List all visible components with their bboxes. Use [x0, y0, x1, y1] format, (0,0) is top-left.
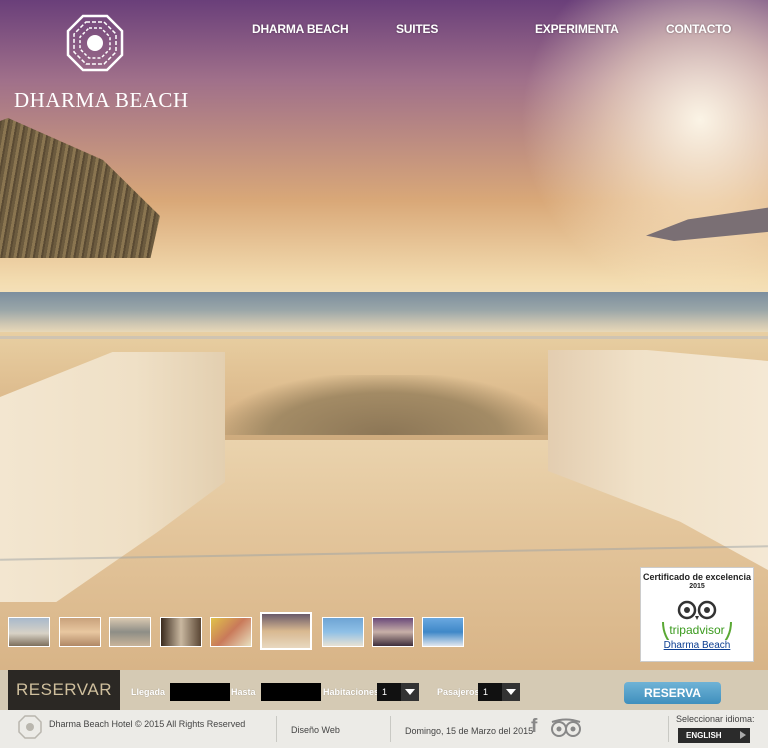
rooms-value: 1	[382, 687, 388, 697]
current-date: Domingo, 15 de Marzo del 2015	[405, 726, 534, 736]
gallery-thumbnail[interactable]	[8, 617, 50, 647]
until-label: Hasta	[231, 687, 256, 697]
nav-suites[interactable]: SUITES	[396, 22, 438, 36]
language-value: ENGLISH	[686, 731, 722, 740]
nav-contacto[interactable]: CONTACTO	[666, 22, 731, 36]
rooms-select[interactable]: 1	[377, 683, 419, 701]
chevron-down-icon	[502, 683, 520, 701]
guests-select[interactable]: 1	[478, 683, 520, 701]
gallery-thumbnail[interactable]	[160, 617, 202, 647]
gallery-thumbnail[interactable]	[59, 617, 101, 647]
gallery-thumbnail[interactable]	[422, 617, 464, 647]
divider	[390, 716, 391, 742]
nav-dharma-beach[interactable]: DHARMA BEACH	[252, 22, 349, 36]
gallery-thumbnail[interactable]	[210, 617, 252, 647]
tripadvisor-title: Certificado de excelencia	[642, 572, 752, 582]
arrival-date-input[interactable]	[170, 683, 230, 701]
nav-experimenta[interactable]: EXPERIMENTA	[535, 22, 619, 36]
copyright-text: Dharma Beach Hotel © 2015 All Rights Res…	[49, 719, 246, 729]
tripadvisor-wordmark: tripadvisor	[669, 623, 724, 637]
gallery-thumbnail[interactable]	[109, 617, 151, 647]
reserva-button[interactable]: RESERVA	[624, 682, 721, 704]
sea	[0, 292, 768, 332]
tripadvisor-hotel-link[interactable]: Dharma Beach	[641, 640, 753, 651]
language-label: Seleccionar idioma:	[676, 714, 755, 724]
chevron-down-icon	[401, 683, 419, 701]
gallery-thumbnail[interactable]	[372, 617, 414, 647]
reservar-label: RESERVAR	[8, 670, 120, 710]
language-select[interactable]: ENGLISH	[678, 728, 750, 743]
tripadvisor-badge[interactable]: Certificado de excelencia 2015 tripadvis…	[640, 567, 754, 662]
facebook-icon[interactable]: f	[531, 716, 537, 738]
main-nav: DHARMA BEACH SUITES EXPERIMENTA CONTACTO	[0, 22, 768, 42]
booking-bar: RESERVAR Llegada Hasta Habitaciones 1 Pa…	[0, 670, 768, 710]
guests-value: 1	[483, 687, 489, 697]
dune-grass	[220, 375, 550, 435]
tripadvisor-footer-icon[interactable]	[548, 718, 584, 738]
web-design-link[interactable]: Diseño Web	[291, 725, 340, 735]
gallery-thumbnail[interactable]	[322, 617, 364, 647]
gallery-thumbnail-active[interactable]	[260, 612, 312, 650]
palapa-umbrella	[0, 118, 160, 258]
divider	[276, 716, 277, 742]
chevron-right-icon	[740, 731, 746, 739]
guests-label: Pasajeros	[437, 687, 480, 697]
divider	[668, 716, 669, 742]
brand-name: DHARMA BEACH	[14, 88, 189, 112]
glass-railing	[0, 336, 768, 339]
arrival-label: Llegada	[131, 687, 166, 697]
sun-glare	[520, 0, 768, 300]
rooms-label: Habitaciones	[323, 687, 380, 697]
tripadvisor-owl-icon: tripadvisor	[662, 600, 732, 640]
footer-logo-icon[interactable]	[18, 715, 42, 739]
departure-date-input[interactable]	[261, 683, 321, 701]
footer: Dharma Beach Hotel © 2015 All Rights Res…	[0, 710, 768, 748]
tripadvisor-year: 2015	[689, 583, 705, 590]
